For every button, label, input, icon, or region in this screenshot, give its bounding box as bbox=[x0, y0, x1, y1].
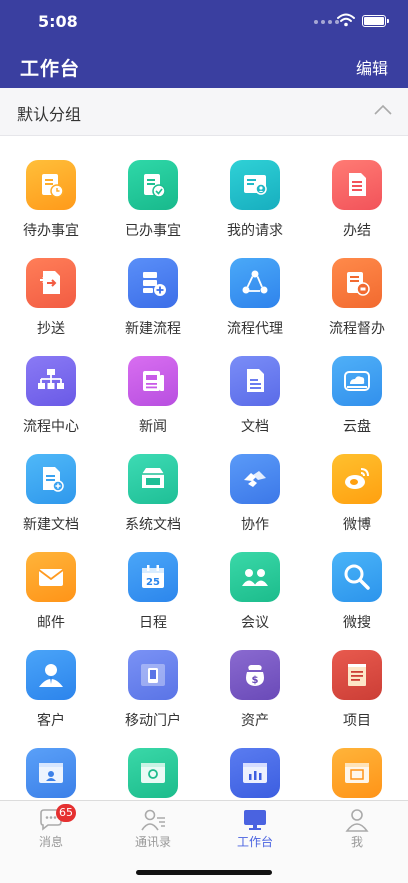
calendar-icon: 25 bbox=[128, 552, 178, 602]
tab-1[interactable]: 通讯录 bbox=[102, 801, 204, 851]
finished-icon bbox=[332, 160, 382, 210]
svg-text:$: $ bbox=[252, 675, 259, 686]
app-tile[interactable]: 我的请求 bbox=[204, 136, 306, 239]
app-tile[interactable]: 流程中心 bbox=[0, 332, 102, 435]
tab-label: 我 bbox=[350, 835, 363, 849]
cc-icon bbox=[26, 258, 76, 308]
workbench-icon bbox=[242, 807, 268, 833]
app-tile[interactable]: 抄送 bbox=[0, 234, 102, 337]
mobile-portal-icon bbox=[128, 650, 178, 700]
new-document-icon bbox=[26, 454, 76, 504]
contacts-icon bbox=[140, 807, 166, 833]
app-tile[interactable]: 客户 bbox=[0, 626, 102, 729]
app-tile[interactable]: 25 日程 bbox=[102, 528, 204, 631]
app-tile[interactable]: 项目 bbox=[306, 626, 408, 729]
service-window-icon bbox=[128, 748, 178, 798]
app-tile[interactable]: 邮件 bbox=[0, 528, 102, 631]
profile-icon bbox=[344, 807, 370, 833]
chevron-up-icon[interactable] bbox=[374, 104, 392, 116]
status-time: 5:08 bbox=[38, 12, 78, 31]
app-grid: 待办事宜 已办事宜 我的请求 办结抄送 新建流程 流程代理 流程督办流程中心 新闻 文档 云盘新建… bbox=[0, 136, 408, 800]
group-title: 默认分组 bbox=[17, 105, 82, 124]
app-tile[interactable] bbox=[102, 724, 204, 800]
app-tile[interactable]: 云盘 bbox=[306, 332, 408, 435]
flow-supervise-icon bbox=[332, 258, 382, 308]
app-tile[interactable] bbox=[306, 724, 408, 800]
tab-2[interactable]: 工作台 bbox=[204, 801, 306, 851]
app-tile[interactable]: 已办事宜 bbox=[102, 136, 204, 239]
app-tile[interactable]: 新闻 bbox=[102, 332, 204, 435]
top-header: 5:08 工作台 编辑 bbox=[0, 0, 408, 88]
page-title: 工作台 bbox=[20, 58, 81, 80]
app-tile[interactable]: 办结 bbox=[306, 136, 408, 239]
wifi-icon bbox=[337, 13, 355, 27]
app-tile[interactable]: 文档 bbox=[204, 332, 306, 435]
customer-icon bbox=[26, 650, 76, 700]
done-icon bbox=[128, 160, 178, 210]
app-tile[interactable]: 流程代理 bbox=[204, 234, 306, 337]
app-tile[interactable]: 待办事宜 bbox=[0, 136, 102, 239]
my-request-icon bbox=[230, 160, 280, 210]
tab-label: 通讯录 bbox=[134, 835, 171, 849]
mail-icon bbox=[26, 552, 76, 602]
monitor-window-icon bbox=[332, 748, 382, 798]
app-tile[interactable]: 会议 bbox=[204, 528, 306, 631]
cloud-disk-icon bbox=[332, 356, 382, 406]
asset-icon: $ bbox=[230, 650, 280, 700]
document-icon bbox=[230, 356, 280, 406]
portal-window-icon bbox=[26, 748, 76, 798]
weibo-icon bbox=[332, 454, 382, 504]
new-flow-icon bbox=[128, 258, 178, 308]
app-tile[interactable]: 移动门户 bbox=[102, 626, 204, 729]
app-tile[interactable] bbox=[204, 724, 306, 800]
tab-label: 工作台 bbox=[236, 835, 273, 849]
app-tile[interactable] bbox=[0, 724, 102, 800]
app-tile[interactable]: $ 资产 bbox=[204, 626, 306, 729]
app-tile[interactable]: 协作 bbox=[204, 430, 306, 533]
flow-center-icon bbox=[26, 356, 76, 406]
todo-icon bbox=[26, 160, 76, 210]
project-icon bbox=[332, 650, 382, 700]
app-tile[interactable]: 新建文档 bbox=[0, 430, 102, 533]
meeting-icon bbox=[230, 552, 280, 602]
app-tile[interactable]: 微博 bbox=[306, 430, 408, 533]
tab-0[interactable]: 消息 65 bbox=[0, 801, 102, 851]
search-icon bbox=[332, 552, 382, 602]
battery-icon bbox=[362, 15, 389, 27]
cellular-signal-icon bbox=[314, 20, 339, 24]
svg-text:25: 25 bbox=[146, 577, 160, 588]
app-tile[interactable]: 系统文档 bbox=[102, 430, 204, 533]
system-document-icon bbox=[128, 454, 178, 504]
unread-badge: 65 bbox=[56, 804, 76, 822]
home-indicator bbox=[136, 870, 272, 875]
app-tile[interactable]: 新建流程 bbox=[102, 234, 204, 337]
flow-proxy-icon bbox=[230, 258, 280, 308]
collaboration-icon bbox=[230, 454, 280, 504]
report-window-icon bbox=[230, 748, 280, 798]
tab-label: 消息 bbox=[38, 835, 63, 849]
news-icon bbox=[128, 356, 178, 406]
tab-3[interactable]: 我 bbox=[306, 801, 408, 851]
app-tile[interactable]: 流程督办 bbox=[306, 234, 408, 337]
group-header[interactable]: 默认分组 bbox=[0, 88, 408, 136]
edit-button[interactable]: 编辑 bbox=[356, 55, 388, 79]
app-tile[interactable]: 微搜 bbox=[306, 528, 408, 631]
